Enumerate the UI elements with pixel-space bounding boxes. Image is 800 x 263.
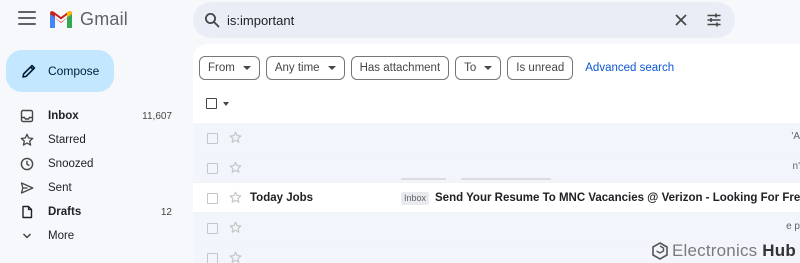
- send-icon: [20, 182, 34, 194]
- mail-row[interactable]: n': [193, 153, 800, 183]
- mail-row[interactable]: 'A: [193, 123, 800, 153]
- clock-icon: [20, 157, 34, 171]
- inbox-icon: [20, 109, 34, 123]
- chip-label: Has attachment: [359, 62, 441, 74]
- advanced-search-link[interactable]: Advanced search: [585, 62, 674, 74]
- search-chips: From Any time Has attachment To Is unrea…: [199, 56, 674, 80]
- any-time-filter-chip[interactable]: Any time: [265, 56, 345, 80]
- inbox-label-badge[interactable]: Inbox: [401, 192, 430, 205]
- mail-list-panel: From Any time Has attachment To Is unrea…: [193, 44, 800, 263]
- caret-down-icon: [327, 66, 336, 70]
- row-checkbox[interactable]: [207, 133, 218, 144]
- sidebar-item-label: Starred: [48, 134, 86, 146]
- row-subject: Send Your Resume To MNC Vacancies @ Veri…: [435, 192, 800, 204]
- sidebar-item-more[interactable]: More: [0, 224, 186, 248]
- sidebar-item-sent[interactable]: Sent: [0, 176, 186, 200]
- row-checkbox[interactable]: [207, 193, 218, 204]
- star-icon: [20, 133, 34, 146]
- filter-options-icon[interactable]: [706, 12, 722, 28]
- search-bar: [193, 2, 735, 38]
- sidebar-item-snoozed[interactable]: Snoozed: [0, 152, 186, 176]
- star-icon[interactable]: [229, 221, 242, 234]
- compose-button[interactable]: Compose: [6, 50, 114, 92]
- row-checkbox[interactable]: [207, 223, 218, 234]
- mail-row[interactable]: Today Jobs Inbox Send Your Resume To MNC…: [193, 183, 800, 213]
- row-checkbox[interactable]: [207, 163, 218, 174]
- watermark: Electronics Hub: [652, 241, 796, 261]
- star-icon[interactable]: [229, 191, 242, 204]
- main-menu-icon[interactable]: [18, 11, 36, 27]
- drafts-count: 12: [160, 206, 172, 218]
- inbox-count: 11,607: [142, 110, 172, 122]
- chip-label: To: [464, 62, 477, 74]
- sidebar-item-label: More: [48, 230, 75, 242]
- select-all-checkbox[interactable]: [206, 98, 217, 109]
- caret-down-icon: [484, 66, 493, 70]
- chevron-down-icon: [22, 233, 32, 239]
- watermark-text: Electronics Hub: [672, 241, 796, 261]
- star-icon[interactable]: [229, 161, 242, 174]
- has-attachment-chip[interactable]: Has attachment: [350, 56, 450, 80]
- app-name: Gmail: [80, 9, 129, 29]
- caret-down-icon: [242, 66, 251, 70]
- chip-label: Any time: [274, 62, 320, 74]
- caret-down-icon[interactable]: [223, 101, 229, 106]
- draft-icon: [22, 205, 33, 219]
- chip-label: Is unread: [516, 62, 565, 74]
- sidebar-item-label: Sent: [48, 182, 72, 194]
- search-icon[interactable]: [204, 12, 220, 28]
- row-sender: Today Jobs: [250, 192, 314, 204]
- row-checkbox[interactable]: [207, 253, 218, 263]
- star-icon[interactable]: [229, 251, 242, 263]
- sidebar-nav: Inbox 11,607 Starred Snoozed Sent Drafts…: [0, 104, 186, 248]
- to-filter-chip[interactable]: To: [455, 56, 502, 80]
- obscured-text: [401, 178, 551, 180]
- sidebar-item-inbox[interactable]: Inbox 11,607: [0, 104, 186, 128]
- watermark-part1: Electronics: [672, 241, 758, 260]
- close-icon[interactable]: [674, 13, 688, 27]
- sidebar-item-starred[interactable]: Starred: [0, 128, 186, 152]
- mail-row[interactable]: e p: [193, 213, 800, 243]
- star-icon[interactable]: [229, 131, 242, 144]
- chip-label: From: [208, 62, 235, 74]
- header-left: Gmail: [0, 0, 190, 40]
- electronics-hub-logo-icon: [652, 242, 668, 260]
- compose-label: Compose: [48, 64, 100, 78]
- select-all-control[interactable]: [206, 98, 229, 109]
- watermark-part2: Hub: [762, 241, 796, 260]
- sidebar-item-drafts[interactable]: Drafts 12: [0, 200, 186, 224]
- sidebar-item-label: Snoozed: [48, 158, 94, 170]
- is-unread-chip[interactable]: Is unread: [507, 56, 574, 80]
- row-snippet: 'A: [791, 131, 800, 142]
- row-snippet: n': [792, 161, 800, 172]
- from-filter-chip[interactable]: From: [199, 56, 260, 80]
- pencil-icon: [22, 64, 36, 78]
- row-snippet: e p: [786, 221, 800, 232]
- gmail-logo-icon[interactable]: [48, 8, 74, 30]
- search-input[interactable]: [227, 10, 647, 30]
